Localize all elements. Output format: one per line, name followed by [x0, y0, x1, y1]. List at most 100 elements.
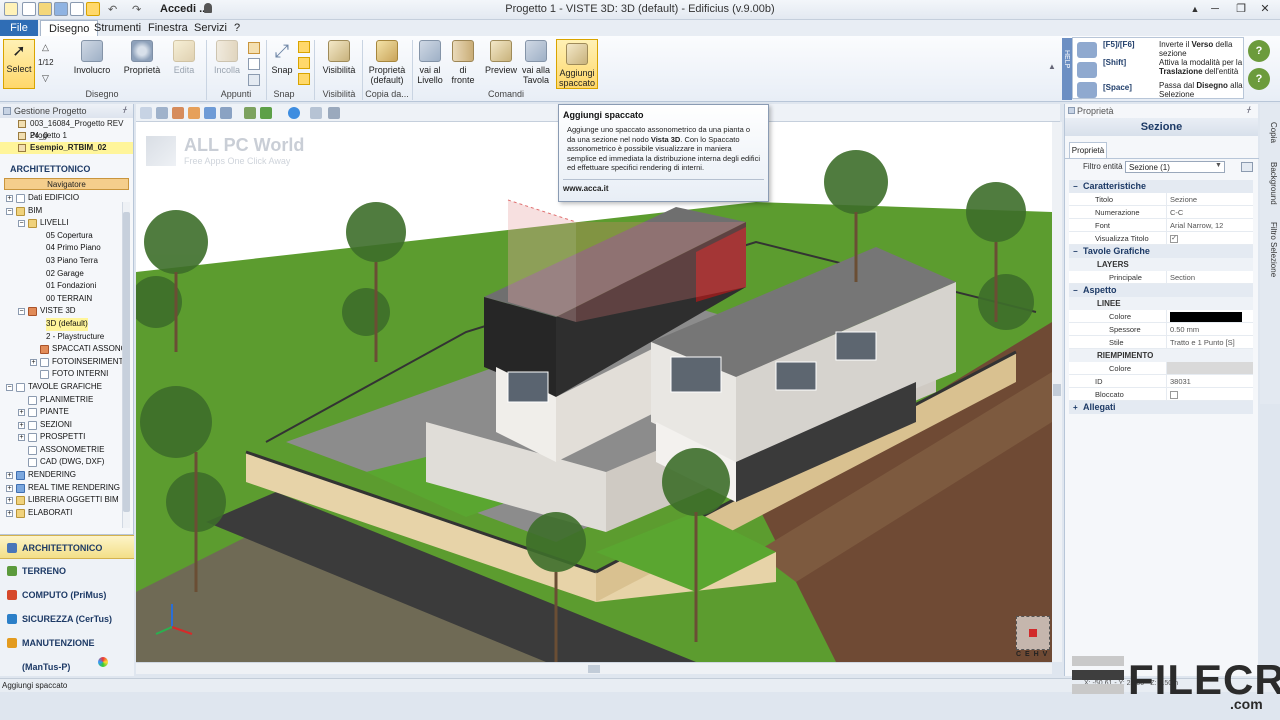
incolla-button[interactable]: Incolla: [208, 40, 246, 92]
help-question-icon[interactable]: ?: [1248, 40, 1270, 62]
prev-up-icon[interactable]: △: [42, 42, 49, 53]
property-row[interactable]: Colore: [1069, 362, 1253, 375]
property-category[interactable]: − Tavole Grafiche: [1069, 245, 1253, 258]
layout-icon[interactable]: [140, 107, 152, 119]
tree-item[interactable]: − BIM: [0, 205, 133, 218]
module-item[interactable]: COMPUTO (PriMus): [0, 583, 134, 607]
tree-item[interactable]: FOTO INTERNI: [0, 368, 133, 381]
tree-item[interactable]: + Dati EDIFICIO: [0, 192, 133, 205]
color-swatch[interactable]: [1170, 312, 1242, 323]
property-value[interactable]: [1166, 388, 1253, 400]
tree-item[interactable]: + PROSPETTI: [0, 431, 133, 444]
tree-item[interactable]: + SEZIONI: [0, 419, 133, 432]
tree-item[interactable]: CAD (DWG, DXF): [0, 456, 133, 469]
edita-button[interactable]: Edita: [166, 40, 202, 92]
tab-help[interactable]: ?: [226, 20, 248, 36]
collapse-icon[interactable]: −: [1073, 245, 1078, 258]
print-icon[interactable]: [70, 2, 84, 16]
3d-scene[interactable]: [136, 122, 1052, 662]
tree-item[interactable]: 3D (default): [0, 317, 133, 331]
module-item[interactable]: ARCHITETTONICO: [0, 535, 134, 559]
open-folder-icon[interactable]: [38, 2, 52, 16]
collapse-icon[interactable]: −: [18, 220, 25, 228]
expand-icon[interactable]: +: [6, 509, 13, 517]
tree-scrollbar[interactable]: [122, 202, 130, 528]
side-tab-background[interactable]: Background: [1262, 162, 1278, 205]
tree-item[interactable]: 01 Fondazioni: [0, 280, 133, 293]
property-subcategory[interactable]: LINEE: [1069, 297, 1253, 310]
login-label[interactable]: Accedi ...: [160, 3, 208, 15]
expand-icon[interactable]: +: [6, 484, 13, 492]
close-button[interactable]: ✕: [1256, 1, 1274, 17]
tree-item[interactable]: ASSONOMETRIE: [0, 444, 133, 457]
tree-item[interactable]: − VISTE 3D: [0, 305, 133, 318]
tree-item[interactable]: + REAL TIME RENDERING: [0, 482, 133, 495]
filter-select[interactable]: Sezione (1): [1125, 161, 1225, 173]
help-question-icon[interactable]: ?: [1248, 68, 1270, 90]
property-value[interactable]: ✓: [1166, 232, 1253, 244]
property-value[interactable]: Section: [1166, 271, 1253, 283]
tree-item[interactable]: PLANIMETRIE: [0, 394, 133, 407]
property-row[interactable]: Colore: [1069, 310, 1253, 323]
property-value[interactable]: Tratto e 1 Punto [S]: [1166, 336, 1253, 348]
property-category[interactable]: − Caratteristiche: [1069, 180, 1253, 193]
share-icon[interactable]: [328, 107, 340, 119]
viewport-v-scrollbar[interactable]: [1052, 122, 1062, 662]
property-row[interactable]: Principale Section: [1069, 271, 1253, 284]
property-value[interactable]: 38031: [1166, 375, 1253, 387]
property-row[interactable]: Numerazione C-C: [1069, 206, 1253, 219]
project-item[interactable]: Esempio_RTBIM_02: [0, 142, 133, 154]
checkbox[interactable]: ✓: [1170, 235, 1178, 244]
wall-icon[interactable]: [172, 107, 184, 119]
tree-item[interactable]: 00 TERRAIN: [0, 293, 133, 306]
tree-icon[interactable]: [260, 107, 272, 119]
visibilita-button[interactable]: Visibilità: [320, 40, 358, 92]
expand-icon[interactable]: +: [18, 434, 25, 442]
collapse-icon[interactable]: −: [18, 308, 25, 316]
property-row[interactable]: Titolo Sezione: [1069, 193, 1253, 206]
module-item[interactable]: TERRENO: [0, 559, 134, 583]
involucro-button[interactable]: Involucro: [72, 40, 112, 92]
tree-item[interactable]: − LIVELLI: [0, 217, 133, 230]
property-value[interactable]: Sezione: [1166, 193, 1253, 205]
side-tab-filtro[interactable]: Filtro Selezione: [1262, 222, 1278, 277]
tree-item[interactable]: − TAVOLE GRAFICHE: [0, 381, 133, 394]
aggiungi-spaccato-button[interactable]: Aggiungi spaccato: [556, 39, 598, 89]
property-value[interactable]: [1166, 362, 1253, 374]
expand-icon[interactable]: +: [18, 409, 25, 417]
module-item[interactable]: SICUREZZA (CerTus): [0, 607, 134, 631]
expand-icon[interactable]: +: [6, 497, 13, 505]
globe-icon[interactable]: [288, 107, 300, 119]
property-category[interactable]: + Allegati: [1069, 401, 1253, 414]
property-row[interactable]: ID 38031: [1069, 375, 1253, 388]
snap-line-icon[interactable]: [298, 57, 310, 69]
undo-icon[interactable]: ↶: [108, 3, 117, 16]
proprieta-default-button[interactable]: Proprietà (default): [366, 40, 408, 92]
collapse-icon[interactable]: −: [1073, 284, 1078, 297]
bell-icon[interactable]: ▲: [1186, 1, 1204, 17]
tree-item[interactable]: 2 - Playstructure: [0, 331, 133, 344]
select-pointer-icon[interactable]: [86, 2, 100, 16]
format-painter-icon[interactable]: [248, 74, 260, 86]
minimize-button[interactable]: ─: [1206, 1, 1224, 17]
property-row[interactable]: Stile Tratto e 1 Punto [S]: [1069, 336, 1253, 349]
property-subcategory[interactable]: RIEMPIMENTO: [1069, 349, 1253, 362]
tree-item[interactable]: 04 Primo Piano: [0, 242, 133, 255]
side-tab-copia[interactable]: Copia: [1262, 122, 1278, 143]
new-file-icon[interactable]: [22, 2, 36, 16]
expand-icon[interactable]: +: [30, 358, 37, 366]
snap-point-icon[interactable]: [298, 73, 310, 85]
vai-livello-button[interactable]: vai al Livello: [414, 40, 446, 92]
camera-icon[interactable]: [310, 107, 322, 119]
collapse-icon[interactable]: −: [6, 207, 13, 215]
select-button[interactable]: ➚ Select: [3, 39, 35, 89]
property-row[interactable]: Bloccato: [1069, 388, 1253, 401]
tab-file[interactable]: File: [0, 20, 38, 36]
brush-icon[interactable]: [188, 107, 200, 119]
expand-icon[interactable]: +: [6, 195, 13, 202]
module-item[interactable]: MANUTENZIONE (ManTus-P): [0, 631, 134, 672]
copy-icon[interactable]: [248, 58, 260, 70]
di-fronte-button[interactable]: di fronte: [448, 40, 478, 92]
collapse-icon[interactable]: −: [1073, 180, 1078, 193]
project-item[interactable]: Progetto 1: [0, 130, 133, 142]
